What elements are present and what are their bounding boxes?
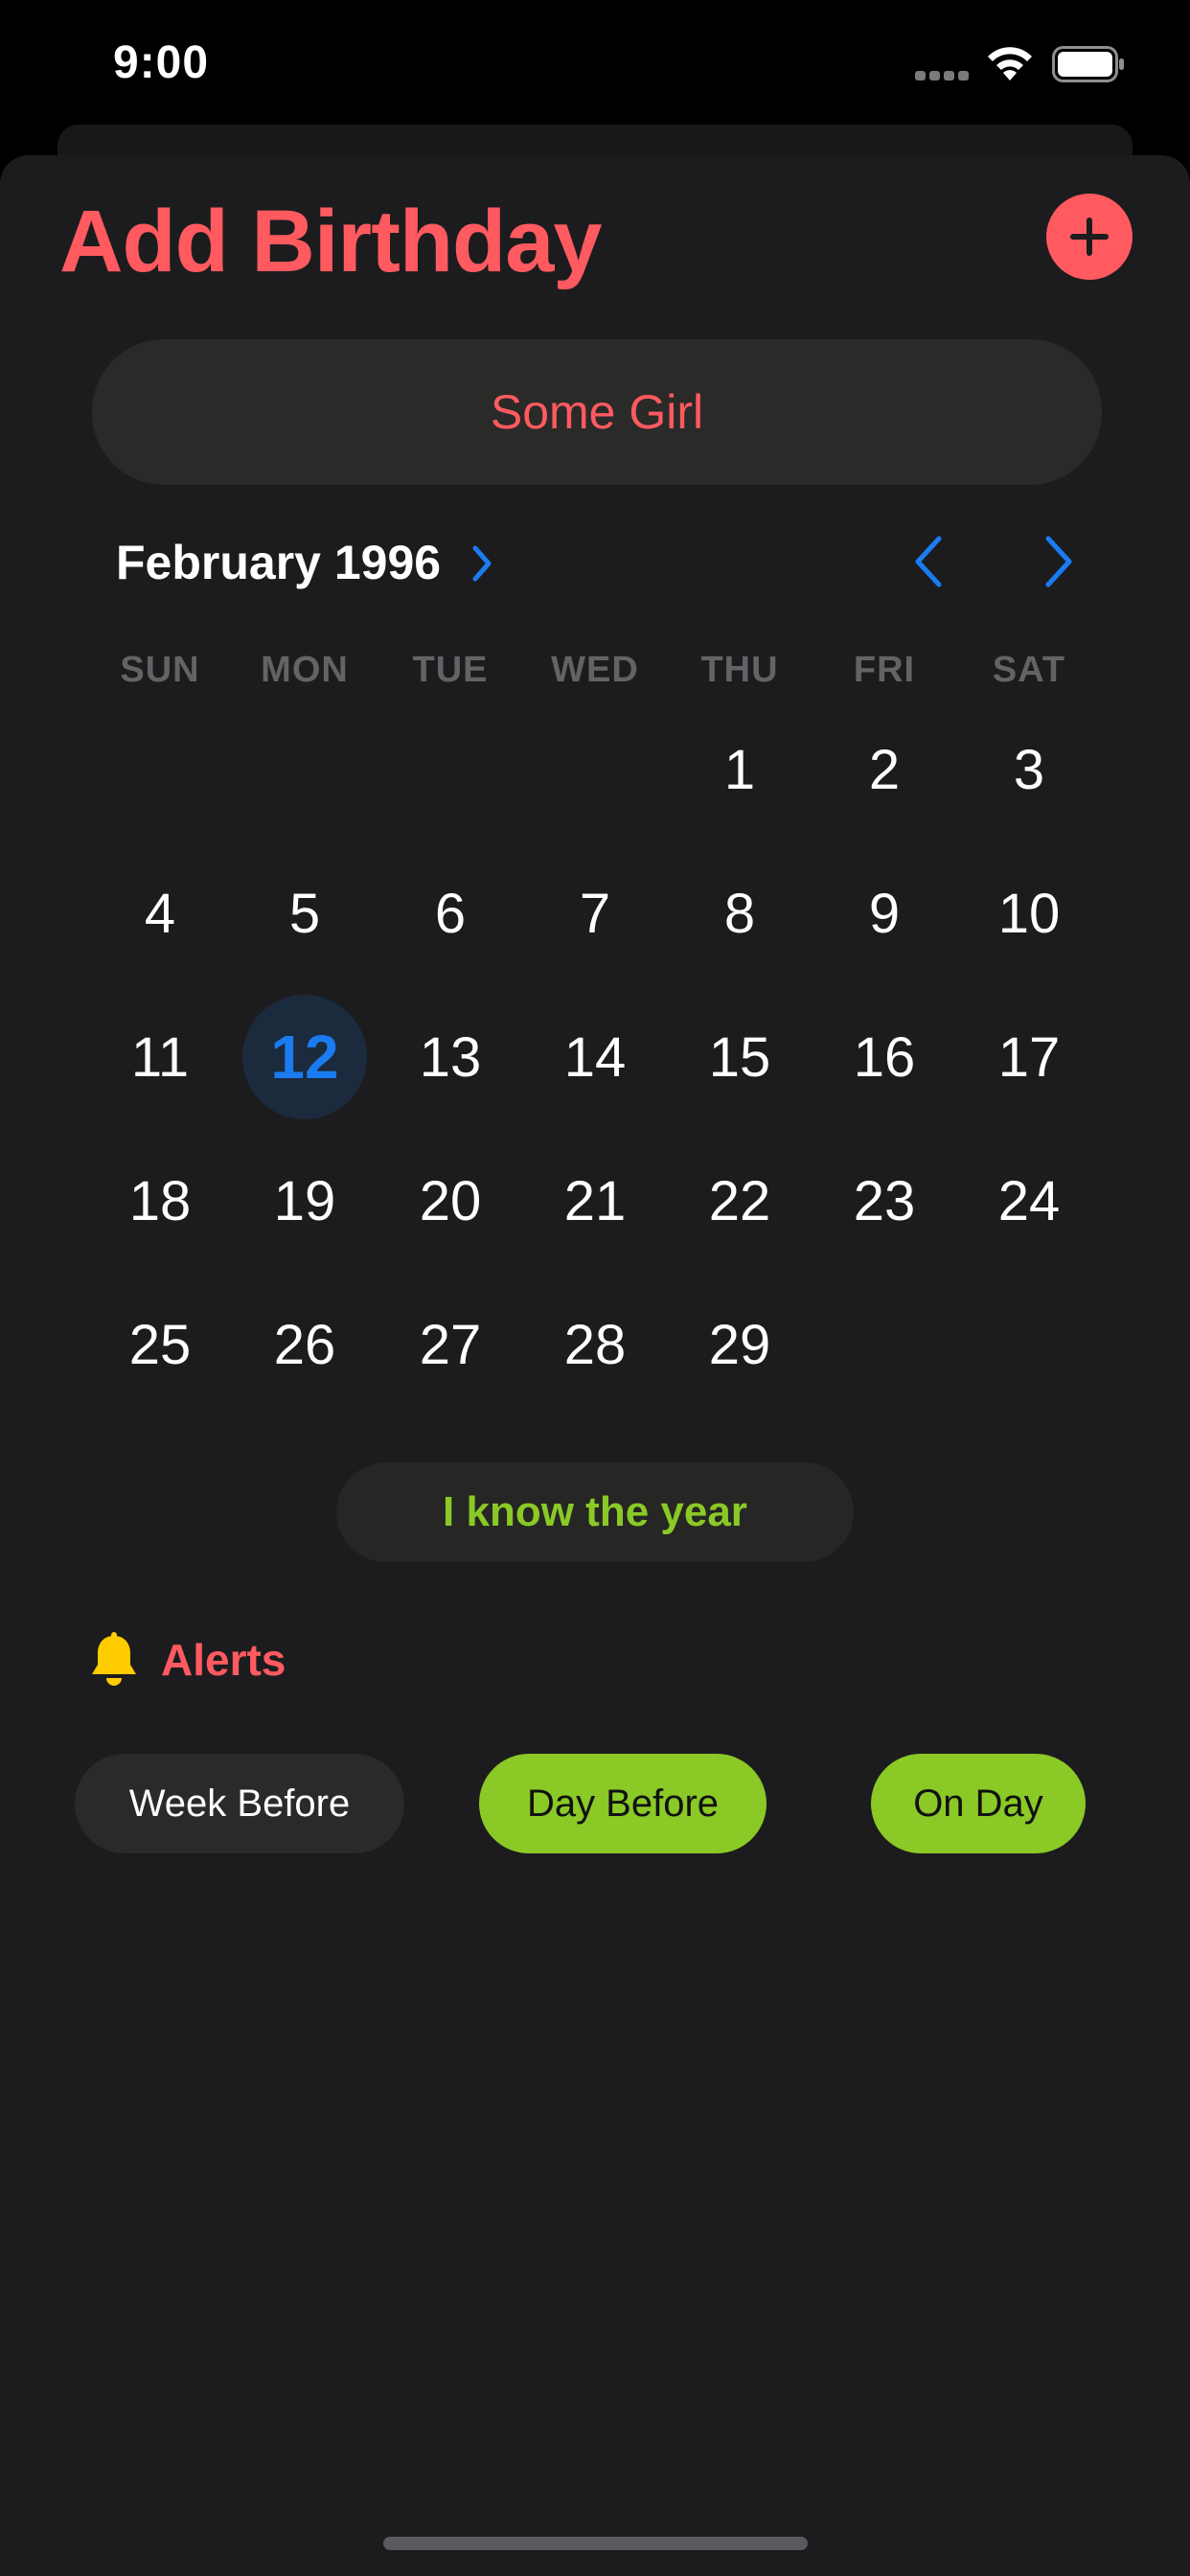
calendar-day[interactable]: 16 (822, 995, 947, 1119)
bell-icon (92, 1632, 136, 1686)
know-year-button[interactable]: I know the year (336, 1462, 854, 1562)
calendar-day[interactable]: 8 (677, 851, 802, 976)
calendar-days: 1 2 3 4 5 6 7 8 9 10 11 12 13 14 15 16 17 18 19 20 21 22 23 24 2… (0, 0, 1190, 1438)
calendar-day[interactable]: 9 (822, 851, 947, 976)
calendar-day[interactable]: 4 (98, 851, 222, 976)
alerts-label: Alerts (161, 1635, 286, 1685)
screen: 9:00 Add Birthday February 1996 (0, 0, 1190, 2576)
calendar-day[interactable]: 27 (388, 1282, 513, 1407)
home-indicator (383, 2537, 808, 2550)
calendar-day[interactable]: 13 (388, 995, 513, 1119)
calendar-day[interactable]: 19 (242, 1138, 367, 1263)
alert-on-day-button[interactable]: On Day (871, 1754, 1086, 1853)
calendar-day[interactable]: 18 (98, 1138, 222, 1263)
calendar-day[interactable]: 21 (533, 1138, 657, 1263)
calendar-day[interactable]: 17 (967, 995, 1091, 1119)
calendar-day-selected[interactable]: 12 (242, 995, 367, 1119)
calendar-day[interactable]: 23 (822, 1138, 947, 1263)
alert-week-before-button[interactable]: Week Before (75, 1754, 404, 1853)
calendar-day[interactable]: 10 (967, 851, 1091, 976)
alert-day-before-button[interactable]: Day Before (479, 1754, 767, 1853)
calendar-day[interactable]: 5 (242, 851, 367, 976)
calendar-day[interactable]: 25 (98, 1282, 222, 1407)
calendar-day[interactable]: 11 (98, 995, 222, 1119)
calendar-day[interactable]: 7 (533, 851, 657, 976)
calendar-day[interactable]: 28 (533, 1282, 657, 1407)
calendar-day[interactable]: 3 (967, 707, 1091, 832)
calendar-day[interactable]: 6 (388, 851, 513, 976)
calendar-day[interactable]: 14 (533, 995, 657, 1119)
calendar-day[interactable]: 20 (388, 1138, 513, 1263)
calendar-day[interactable]: 15 (677, 995, 802, 1119)
alerts-section: Alerts (88, 1629, 286, 1690)
calendar-day[interactable]: 2 (822, 707, 947, 832)
calendar-day[interactable]: 22 (677, 1138, 802, 1263)
calendar-day[interactable]: 26 (242, 1282, 367, 1407)
calendar-day[interactable]: 1 (677, 707, 802, 832)
calendar-day[interactable]: 24 (967, 1138, 1091, 1263)
calendar-day[interactable]: 29 (677, 1282, 802, 1407)
